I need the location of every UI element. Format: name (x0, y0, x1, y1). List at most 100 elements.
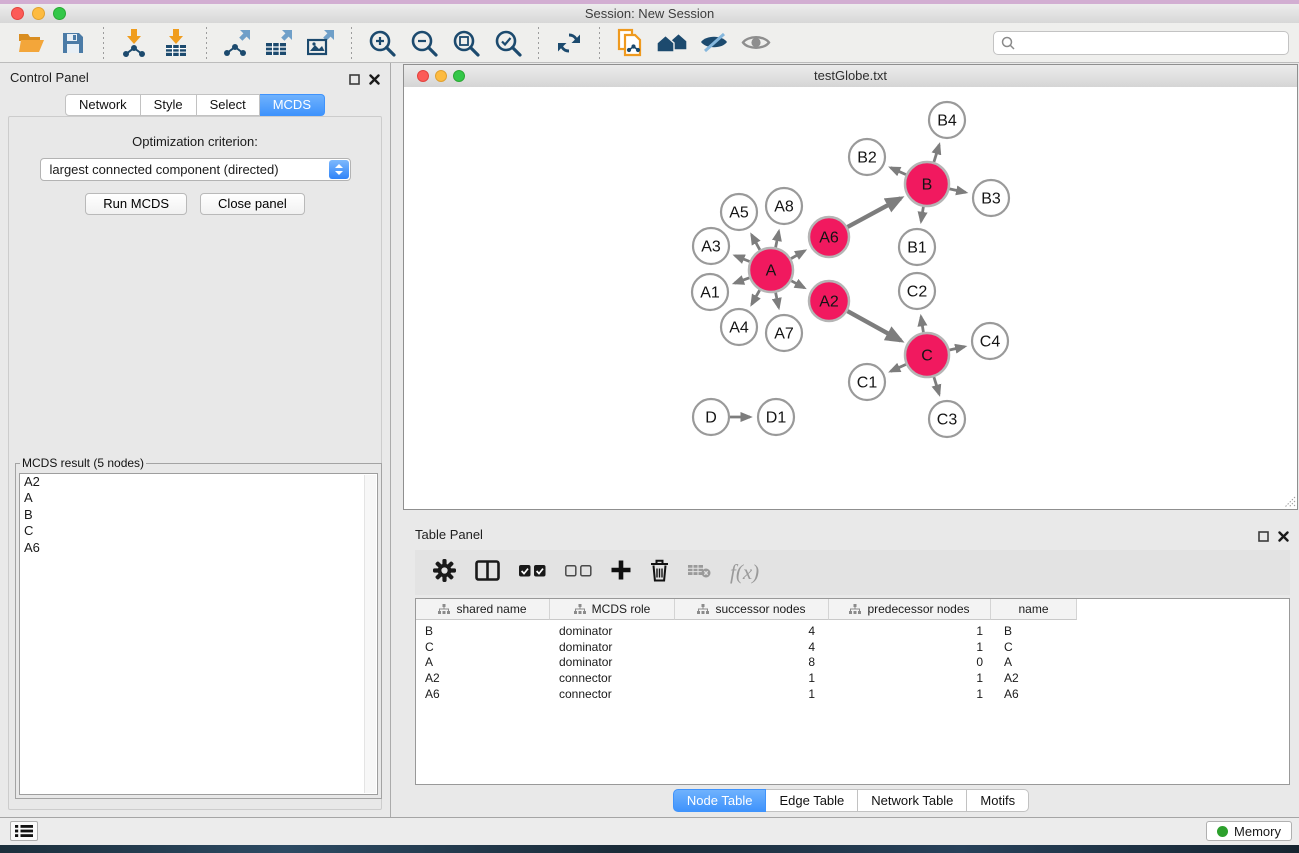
minimize-window-button[interactable] (32, 7, 45, 20)
close-panel-action-button[interactable]: Close panel (200, 193, 305, 215)
column-header-predecessor-nodes[interactable]: predecessor nodes (829, 599, 991, 620)
mcds-result-item[interactable]: C (20, 523, 377, 539)
export-image-button[interactable] (304, 26, 338, 60)
add-column-button[interactable] (611, 560, 631, 585)
search-input[interactable] (1020, 34, 1281, 51)
table-cell[interactable]: dominator (550, 624, 675, 638)
tab-motifs[interactable]: Motifs (967, 789, 1029, 812)
tab-edge-table[interactable]: Edge Table (766, 789, 858, 812)
table-cell[interactable]: C (416, 640, 550, 654)
table-row[interactable]: Adominator80A (416, 655, 1289, 671)
zoom-fit-button[interactable] (449, 26, 483, 60)
table-settings-button[interactable] (433, 559, 456, 587)
graph-edge-A6-B[interactable] (848, 198, 901, 227)
export-table-button[interactable] (262, 26, 296, 60)
copy-network-button[interactable] (613, 26, 647, 60)
criterion-select[interactable]: largest connected component (directed) (40, 158, 351, 181)
select-all-button[interactable] (519, 564, 546, 582)
graph-edge-A-A4[interactable] (752, 290, 760, 304)
close-window-button[interactable] (11, 7, 24, 20)
table-cell[interactable]: 1 (829, 640, 991, 654)
table-cell[interactable]: 1 (675, 671, 829, 685)
table-cell[interactable]: 1 (829, 687, 991, 701)
mcds-result-item[interactable]: A2 (20, 474, 377, 490)
run-mcds-button[interactable]: Run MCDS (85, 193, 187, 215)
zoom-in-button[interactable] (365, 26, 399, 60)
table-cell[interactable]: dominator (550, 640, 675, 654)
save-session-button[interactable] (56, 26, 90, 60)
zoom-out-button[interactable] (407, 26, 441, 60)
result-scrollbar[interactable] (364, 475, 376, 793)
graph-edge-B-B1[interactable] (921, 207, 923, 222)
tab-node-table[interactable]: Node Table (673, 789, 767, 812)
table-cell[interactable]: B (416, 624, 550, 638)
table-cell[interactable]: A2 (991, 671, 1077, 685)
graph-edge-B-B3[interactable] (950, 189, 966, 193)
mcds-result-item[interactable]: B (20, 507, 377, 523)
graph-edge-A-A3[interactable] (735, 256, 750, 262)
search-box[interactable] (993, 31, 1289, 55)
graph-edge-B-B2[interactable] (891, 168, 906, 175)
table-row[interactable]: A2connector11A2 (416, 670, 1289, 686)
graph-edge-A-A2[interactable] (791, 281, 804, 288)
table-cell[interactable]: 8 (675, 655, 829, 669)
delete-column-button[interactable] (650, 559, 669, 587)
table-cell[interactable]: 1 (829, 624, 991, 638)
table-cell[interactable]: 4 (675, 640, 829, 654)
export-network-button[interactable] (220, 26, 254, 60)
graph-edge-A-A6[interactable] (791, 251, 805, 259)
mcds-result-item[interactable]: A (20, 490, 377, 506)
table-cell[interactable]: A2 (416, 671, 550, 685)
close-table-panel-button[interactable] (1278, 529, 1289, 547)
graph-edge-B-B4[interactable] (934, 145, 939, 162)
memory-button[interactable]: Memory (1206, 821, 1292, 841)
tab-mcds[interactable]: MCDS (260, 94, 325, 116)
minimize-network-window-button[interactable] (435, 70, 447, 82)
float-table-panel-button[interactable] (1258, 529, 1269, 547)
graph-edge-C-C1[interactable] (891, 364, 906, 371)
delete-table-button[interactable] (688, 563, 711, 583)
zoom-selected-button[interactable] (491, 26, 525, 60)
hide-graphics-button[interactable] (697, 26, 731, 60)
graph-edge-A-A5[interactable] (752, 235, 760, 250)
table-row[interactable]: A6connector11A6 (416, 686, 1289, 702)
table-cell[interactable]: 0 (829, 655, 991, 669)
graph-edge-C-C4[interactable] (950, 347, 965, 350)
network-canvas[interactable]: B4B2BB3A8A5A6A3B1AC2A1A2A4A7C4CC1DD1C3 (404, 87, 1297, 509)
close-panel-button[interactable] (369, 72, 380, 90)
float-panel-button[interactable] (349, 72, 360, 90)
table-cell[interactable]: A6 (991, 687, 1077, 701)
column-header-shared-name[interactable]: shared name (416, 599, 550, 620)
column-header-successor-nodes[interactable]: successor nodes (675, 599, 829, 620)
table-cell[interactable]: B (991, 624, 1077, 638)
mcds-result-list[interactable]: A2ABCA6 (19, 473, 378, 795)
table-row[interactable]: Bdominator41B (416, 623, 1289, 639)
home-layout-button[interactable] (655, 26, 689, 60)
table-cell[interactable]: A (991, 655, 1077, 669)
graph-edge-C-C2[interactable] (921, 317, 923, 333)
graph-edge-A2-C[interactable] (847, 311, 900, 340)
graph-edge-A-A7[interactable] (776, 293, 779, 308)
graph-edge-C-C3[interactable] (934, 377, 939, 394)
table-cell[interactable]: connector (550, 671, 675, 685)
table-cell[interactable]: A (416, 655, 550, 669)
close-network-window-button[interactable] (417, 70, 429, 82)
mcds-result-item[interactable]: A6 (20, 540, 377, 556)
resize-grip-icon[interactable] (1283, 495, 1296, 508)
deselect-all-button[interactable] (565, 564, 592, 582)
import-network-button[interactable] (117, 26, 151, 60)
tab-select[interactable]: Select (197, 94, 260, 116)
open-session-button[interactable] (14, 26, 48, 60)
zoom-network-window-button[interactable] (453, 70, 465, 82)
show-columns-button[interactable] (475, 560, 500, 586)
table-cell[interactable]: dominator (550, 655, 675, 669)
table-cell[interactable]: A6 (416, 687, 550, 701)
graph-edge-A-A8[interactable] (776, 232, 779, 248)
graph-edge-A-A1[interactable] (735, 278, 750, 283)
column-header-mcds-role[interactable]: MCDS role (550, 599, 675, 620)
show-graphics-button[interactable] (739, 26, 773, 60)
zoom-window-button[interactable] (53, 7, 66, 20)
table-cell[interactable]: 1 (829, 671, 991, 685)
tab-network[interactable]: Network (65, 94, 141, 116)
table-cell[interactable]: C (991, 640, 1077, 654)
